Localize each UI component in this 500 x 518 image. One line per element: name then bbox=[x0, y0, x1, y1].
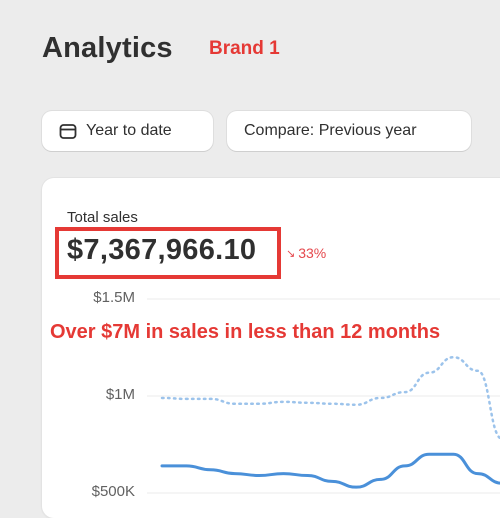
brand-label: Brand 1 bbox=[209, 38, 280, 59]
current-period-line bbox=[160, 452, 500, 489]
chart-series bbox=[160, 355, 500, 489]
previous-period-line bbox=[160, 355, 500, 439]
date-range-label: Year to date bbox=[86, 122, 172, 139]
page-title: Analytics bbox=[42, 32, 173, 64]
sales-annotation: Over $7M in sales in less than 12 months bbox=[50, 321, 441, 343]
sales-line-chart bbox=[147, 298, 500, 494]
compare-button[interactable]: Compare: Previous year bbox=[227, 111, 471, 151]
calendar-icon bbox=[58, 121, 78, 141]
total-sales-card: Total sales $7,367,966.10 ↘ 33% $1.5M $1… bbox=[42, 178, 500, 518]
compare-label: Compare: Previous year bbox=[244, 122, 417, 139]
date-range-button[interactable]: Year to date bbox=[42, 111, 213, 151]
